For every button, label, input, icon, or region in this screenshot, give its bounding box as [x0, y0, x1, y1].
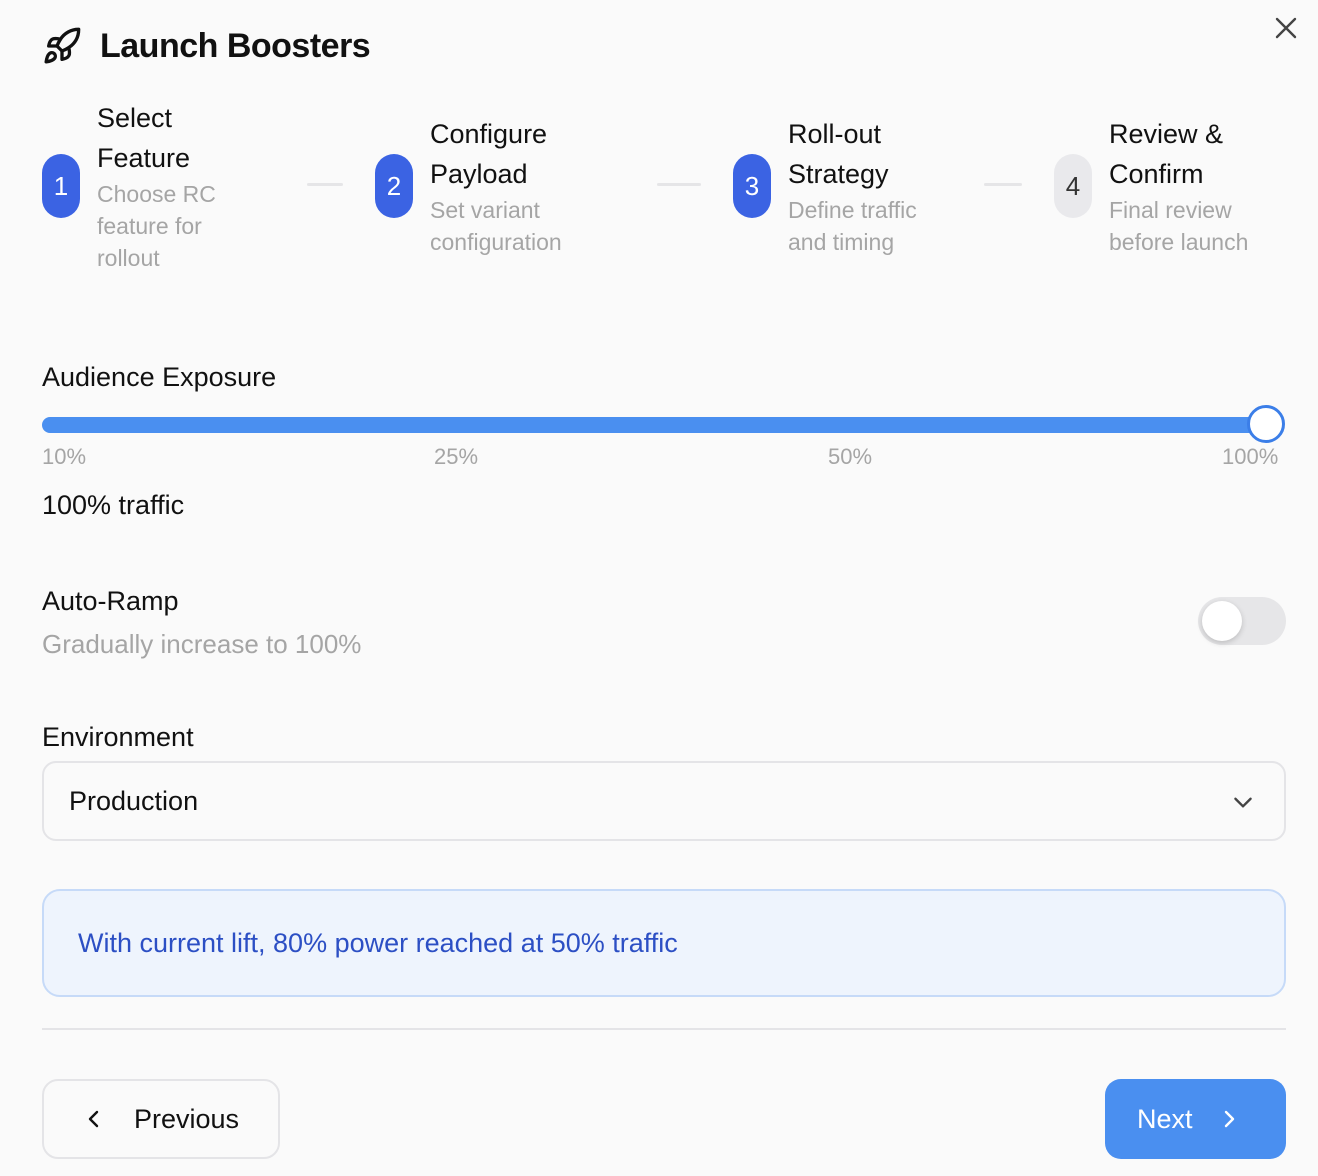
rocket-icon — [44, 27, 81, 64]
previous-button[interactable]: Previous — [42, 1079, 280, 1159]
step-desc-line1: Define traffic — [788, 197, 917, 223]
step-title-line1: Select — [97, 103, 173, 133]
dialog-title: Launch Boosters — [100, 26, 371, 65]
chevron-right-icon — [1224, 1110, 1234, 1128]
exposure-slider-track[interactable] — [42, 417, 1268, 433]
dialog-header: Launch Boosters — [42, 24, 371, 68]
step-desc-line2: and timing — [788, 229, 895, 255]
step-title-line1: Configure — [430, 119, 548, 149]
step-title-line2: Strategy — [788, 159, 889, 189]
step-desc-line3: rollout — [97, 245, 160, 271]
slider-tick-label: 50% — [828, 444, 873, 469]
step-title-line2: Payload — [430, 159, 528, 189]
step-number-badge: 1 — [42, 154, 80, 218]
step-number-badge: 2 — [375, 154, 413, 218]
step-select-feature[interactable]: 1 Select Feature Choose RC feature for r… — [42, 98, 216, 274]
environment-selected-value: Production — [69, 785, 199, 816]
auto-ramp-toggle[interactable] — [1198, 597, 1286, 645]
auto-ramp-description: Gradually increase to 100% — [42, 629, 362, 659]
step-title-line2: Feature — [97, 143, 191, 173]
close-icon — [1275, 17, 1297, 39]
next-button[interactable]: Next — [1105, 1079, 1286, 1159]
step-number-badge: 3 — [733, 154, 771, 218]
previous-button-label: Previous — [134, 1103, 240, 1134]
slider-tick-label: 25% — [434, 444, 479, 469]
environment-label: Environment — [42, 722, 194, 752]
footer-divider — [42, 1028, 1286, 1030]
step-title-line1: Roll-out — [788, 119, 882, 149]
auto-ramp-label: Auto-Ramp — [42, 586, 179, 616]
toggle-knob — [1202, 601, 1242, 641]
step-desc-line1: Choose RC — [97, 181, 216, 207]
chevron-down-icon — [1234, 797, 1252, 808]
step-number-badge: 4 — [1054, 154, 1092, 218]
slider-tick-label: 10% — [42, 444, 87, 469]
step-connector — [984, 183, 1022, 186]
step-connector — [307, 183, 343, 186]
chevron-left-icon — [88, 1110, 99, 1128]
step-desc-line1: Set variant — [430, 197, 540, 223]
power-info-message: With current lift, 80% power reached at … — [78, 927, 678, 958]
power-info-banner: With current lift, 80% power reached at … — [42, 889, 1286, 997]
traffic-value: 100% traffic — [42, 490, 185, 520]
step-desc-line2: feature for — [97, 213, 202, 239]
step-title-line1: Review & — [1109, 119, 1224, 149]
environment-select[interactable]: Production — [42, 761, 1286, 841]
step-desc-line2: configuration — [430, 229, 562, 255]
slider-tick-label: 100% — [1222, 444, 1279, 469]
step-review-confirm[interactable]: 4 Review & Confirm Final review before l… — [1054, 114, 1248, 258]
step-configure-payload[interactable]: 2 Configure Payload Set variant configur… — [375, 114, 562, 258]
audience-exposure-label: Audience Exposure — [42, 362, 277, 392]
step-desc-line1: Final review — [1109, 197, 1232, 223]
launch-boosters-dialog: Launch Boosters 1 Select Feature Choose … — [0, 0, 1318, 1176]
step-title-line2: Confirm — [1109, 159, 1204, 189]
exposure-slider-thumb[interactable] — [1247, 405, 1285, 443]
step-rollout-strategy[interactable]: 3 Roll-out Strategy Define traffic and t… — [733, 114, 917, 258]
step-connector — [657, 183, 701, 186]
close-button[interactable] — [1270, 12, 1302, 44]
next-button-label: Next — [1137, 1103, 1193, 1134]
step-desc-line2: before launch — [1109, 229, 1249, 255]
